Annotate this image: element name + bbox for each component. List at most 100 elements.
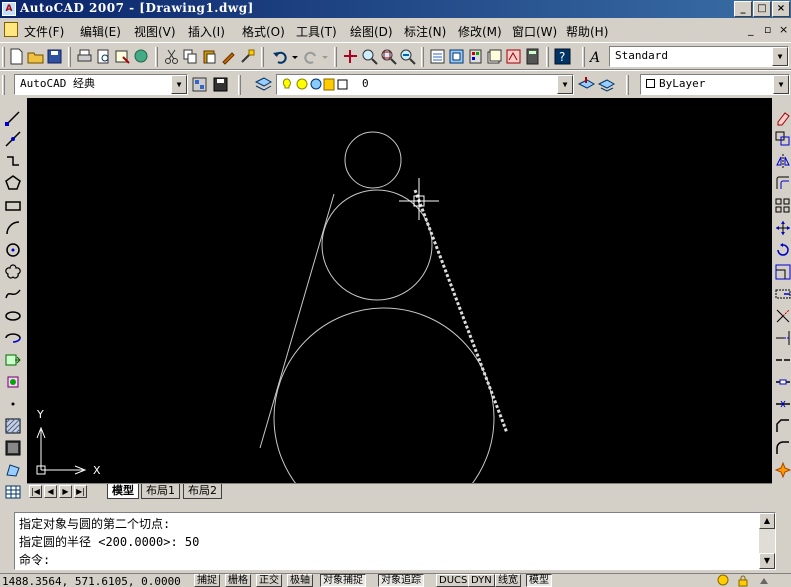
menu-insert[interactable]: 插入(I) <box>188 23 225 40</box>
ellipse-arc-icon[interactable] <box>5 330 21 346</box>
ortho-toggle[interactable]: 正交 <box>256 574 282 587</box>
polyline-icon[interactable] <box>5 153 21 169</box>
scroll-up-button[interactable]: ▲ <box>759 513 775 529</box>
prev-tab-button[interactable]: ◀ <box>44 485 57 498</box>
close-button[interactable]: × <box>772 1 790 17</box>
point-icon[interactable] <box>5 396 21 412</box>
match-properties-icon[interactable] <box>220 48 237 65</box>
drawing-canvas[interactable]: Y X <box>27 98 772 529</box>
snap-toggle[interactable]: 捕捉 <box>194 574 220 587</box>
left-tangent-line[interactable] <box>259 193 335 449</box>
minimize-button[interactable]: _ <box>734 1 752 17</box>
menu-edit[interactable]: 编辑(E) <box>80 23 121 40</box>
last-tab-button[interactable]: ▶| <box>74 485 87 498</box>
coordinate-readout[interactable]: 1488.3564, 571.6105, 0.0000 <box>2 575 181 587</box>
arc-icon[interactable] <box>5 220 21 236</box>
scroll-down-button[interactable]: ▼ <box>759 553 775 569</box>
menu-help[interactable]: 帮助(H) <box>566 23 608 40</box>
lock-icon[interactable] <box>736 574 750 587</box>
next-tab-button[interactable]: ▶ <box>59 485 72 498</box>
maximize-button[interactable]: □ <box>753 1 771 17</box>
extend-icon[interactable] <box>775 330 791 346</box>
grid-toggle[interactable]: 栅格 <box>225 574 251 587</box>
lineweight-toggle[interactable]: 线宽 <box>495 574 521 587</box>
paste-icon[interactable] <box>201 48 218 65</box>
block-editor-icon[interactable] <box>239 48 256 65</box>
sheet-set-manager-icon[interactable] <box>486 48 503 65</box>
construction-line-icon[interactable] <box>5 131 21 147</box>
chevron-down-icon[interactable]: ▼ <box>171 75 187 94</box>
help-icon[interactable]: ? <box>554 48 571 65</box>
polar-toggle[interactable]: 极轴 <box>287 574 313 587</box>
trim-icon[interactable] <box>775 308 791 324</box>
cut-icon[interactable] <box>163 48 180 65</box>
save-workspace-icon[interactable] <box>212 76 229 93</box>
drawing-geometry[interactable]: Y X <box>27 98 772 529</box>
osnap-toggle[interactable]: 对象捕捉 <box>320 574 366 587</box>
scale-icon[interactable] <box>775 264 791 280</box>
ducs-toggle[interactable]: DUCS <box>436 574 471 587</box>
redo-dropdown-icon[interactable] <box>320 48 330 65</box>
menu-dimension[interactable]: 标注(N) <box>404 23 446 40</box>
rectangle-icon[interactable] <box>5 198 21 214</box>
undo-dropdown-icon[interactable] <box>290 48 300 65</box>
copy-icon[interactable] <box>775 131 791 147</box>
otrack-toggle[interactable]: 对象追踪 <box>378 574 424 587</box>
menu-modify[interactable]: 修改(M) <box>458 23 502 40</box>
toolbar-grip[interactable] <box>2 47 5 67</box>
large-circle[interactable] <box>273 307 495 529</box>
menu-draw[interactable]: 绘图(D) <box>350 23 393 40</box>
gradient-icon[interactable] <box>5 440 21 456</box>
rotate-icon[interactable] <box>775 242 791 258</box>
mdi-restore-button[interactable]: ▫ <box>764 23 771 36</box>
quickcalc-icon[interactable] <box>524 48 541 65</box>
communication-center-icon[interactable] <box>716 574 730 587</box>
break-point-icon[interactable] <box>775 352 791 368</box>
layer-properties-icon[interactable] <box>255 76 272 93</box>
workspace-select[interactable]: AutoCAD 经典 ▼ <box>14 74 188 95</box>
region-icon[interactable] <box>5 462 21 478</box>
workspace-settings-icon[interactable] <box>191 76 208 93</box>
menu-view[interactable]: 视图(V) <box>134 23 176 40</box>
zoom-previous-icon[interactable] <box>399 48 416 65</box>
publish-icon[interactable] <box>114 48 131 65</box>
document-icon[interactable] <box>4 22 18 37</box>
open-file-icon[interactable] <box>27 48 44 65</box>
tab-model[interactable]: 模型 <box>107 484 139 499</box>
command-scrollbar[interactable]: ▲ ▼ <box>759 513 775 569</box>
offset-icon[interactable] <box>775 175 791 191</box>
chevron-down-icon[interactable]: ▼ <box>557 75 573 94</box>
table-icon[interactable] <box>5 484 21 500</box>
command-window[interactable]: 指定对象与圆的第二个切点: 指定圆的半径 <200.0000>: 50 命令: … <box>14 512 776 570</box>
make-object-layer-current-icon[interactable] <box>578 76 595 93</box>
zoom-window-icon[interactable] <box>380 48 397 65</box>
model-toggle[interactable]: 模型 <box>526 574 552 587</box>
layer-select[interactable]: 0 ▼ <box>276 74 574 95</box>
fillet-icon[interactable] <box>775 440 791 456</box>
properties-icon[interactable] <box>429 48 446 65</box>
text-style-icon[interactable]: A <box>588 48 605 65</box>
autocad-app-icon[interactable]: A <box>2 2 16 16</box>
tab-layout2[interactable]: 布局2 <box>183 484 222 499</box>
chevron-down-icon[interactable]: ▼ <box>772 47 788 66</box>
3d-dwf-icon[interactable] <box>133 48 150 65</box>
print-icon[interactable] <box>76 48 93 65</box>
erase-icon[interactable] <box>775 110 791 126</box>
explode-icon[interactable] <box>775 462 791 478</box>
redo-icon[interactable] <box>302 48 319 65</box>
zoom-realtime-icon[interactable] <box>361 48 378 65</box>
copy-icon[interactable] <box>182 48 199 65</box>
line-icon[interactable] <box>5 110 21 126</box>
array-icon[interactable] <box>775 198 791 214</box>
menu-window[interactable]: 窗口(W) <box>512 23 557 40</box>
circle-icon[interactable] <box>5 242 21 258</box>
make-block-icon[interactable] <box>5 374 21 390</box>
dyn-toggle[interactable]: DYN <box>468 574 495 587</box>
toolbar-grip[interactable] <box>582 47 585 67</box>
layer-previous-icon[interactable] <box>598 76 615 93</box>
undo-icon[interactable] <box>272 48 289 65</box>
join-icon[interactable] <box>775 396 791 412</box>
chevron-down-icon[interactable]: ▼ <box>773 75 789 94</box>
first-tab-button[interactable]: |◀ <box>29 485 42 498</box>
tab-layout1[interactable]: 布局1 <box>141 484 180 499</box>
